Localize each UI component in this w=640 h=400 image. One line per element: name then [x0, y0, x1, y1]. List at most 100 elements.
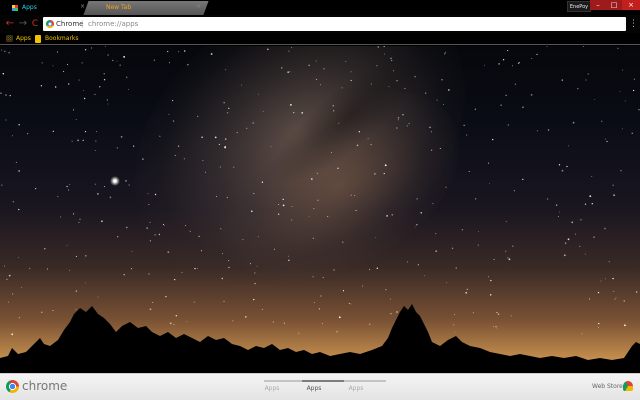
- star: [557, 215, 559, 217]
- star: [436, 99, 438, 101]
- star: [621, 69, 623, 71]
- star: [591, 175, 593, 178]
- page-indicator-active[interactable]: [302, 380, 344, 382]
- omnibox-url[interactable]: chrome://apps: [88, 17, 138, 31]
- star: [310, 178, 313, 180]
- star: [420, 212, 422, 214]
- apps-favicon-icon: [12, 5, 18, 11]
- star: [620, 169, 622, 172]
- star: [604, 278, 606, 280]
- star: [181, 272, 183, 274]
- star: [197, 268, 199, 270]
- star: [257, 236, 259, 238]
- tab-close-icon[interactable]: ×: [196, 4, 201, 10]
- star: [397, 119, 399, 121]
- bookmark-apps[interactable]: Apps: [16, 33, 31, 45]
- star: [558, 164, 561, 166]
- star: [123, 273, 125, 276]
- star: [505, 250, 507, 252]
- star: [85, 282, 86, 284]
- star: [455, 267, 457, 269]
- star: [446, 282, 448, 284]
- omnibox[interactable]: Chrome | chrome://apps ☆: [43, 17, 626, 31]
- close-window-button[interactable]: ×: [622, 0, 640, 10]
- star: [126, 76, 128, 78]
- star: [579, 245, 581, 247]
- star: [582, 46, 584, 47]
- star: [316, 172, 318, 174]
- star: [221, 253, 223, 254]
- star: [197, 115, 199, 117]
- star: [83, 97, 86, 100]
- star: [489, 183, 490, 185]
- star: [376, 65, 378, 67]
- star: [184, 225, 187, 227]
- star: [474, 108, 476, 110]
- web-store-icon[interactable]: [623, 381, 633, 391]
- star: [445, 51, 447, 53]
- star: [568, 145, 569, 147]
- omnibox-site-label: Chrome: [56, 20, 84, 28]
- omnibox-separator: |: [81, 20, 84, 28]
- star: [451, 247, 454, 249]
- bookmarks-bar: Apps Bookmarks: [0, 33, 640, 45]
- star: [293, 112, 295, 114]
- star: [512, 65, 513, 67]
- page-label[interactable]: Apps: [335, 384, 377, 394]
- star: [126, 226, 128, 229]
- star: [133, 145, 135, 147]
- star: [1, 184, 3, 186]
- star: [287, 71, 290, 74]
- back-button[interactable]: ←: [4, 17, 16, 31]
- star: [331, 151, 332, 153]
- star: [468, 171, 470, 172]
- profile-button[interactable]: EnePoy: [567, 1, 591, 12]
- star: [591, 202, 594, 205]
- reload-button[interactable]: C: [29, 17, 41, 31]
- star: [406, 261, 409, 263]
- star: [288, 259, 290, 262]
- star: [81, 62, 83, 64]
- star: [128, 184, 130, 186]
- star: [44, 248, 46, 250]
- star: [337, 167, 339, 170]
- web-store-link[interactable]: Web Store: [592, 382, 623, 392]
- star: [94, 93, 96, 96]
- star: [281, 67, 283, 69]
- star: [273, 248, 275, 250]
- star: [41, 62, 43, 64]
- star: [123, 56, 125, 58]
- page-label[interactable]: Apps: [251, 384, 293, 394]
- page-indicator[interactable]: [344, 380, 386, 382]
- star: [391, 59, 393, 62]
- star: [202, 160, 204, 162]
- star: [158, 233, 161, 236]
- star: [498, 63, 500, 65]
- browser-window: Apps × New Tab × EnePoy – □ × ← → C Chro…: [0, 0, 640, 400]
- star: [531, 57, 533, 59]
- maximize-button[interactable]: □: [606, 0, 622, 10]
- star: [18, 257, 20, 259]
- bookmark-folder-bookmarks[interactable]: Bookmarks: [45, 33, 79, 45]
- star: [174, 279, 176, 281]
- star: [571, 221, 573, 224]
- menu-icon[interactable]: ⋮: [629, 17, 638, 31]
- star: [507, 257, 509, 259]
- minimize-button[interactable]: –: [590, 0, 606, 10]
- forward-button[interactable]: →: [17, 17, 29, 31]
- page-label-active[interactable]: Apps: [293, 384, 335, 394]
- star: [439, 147, 441, 150]
- star: [84, 49, 87, 51]
- star: [392, 70, 394, 72]
- tab-new-tab[interactable]: New Tab: [83, 1, 209, 15]
- star: [317, 199, 319, 202]
- star: [423, 275, 425, 277]
- star: [290, 104, 292, 106]
- page-indicator[interactable]: [264, 380, 306, 382]
- star: [601, 120, 603, 122]
- star: [563, 254, 566, 257]
- star: [171, 99, 174, 102]
- star: [183, 50, 186, 52]
- tab-apps[interactable]: Apps: [2, 1, 88, 15]
- star: [149, 221, 151, 223]
